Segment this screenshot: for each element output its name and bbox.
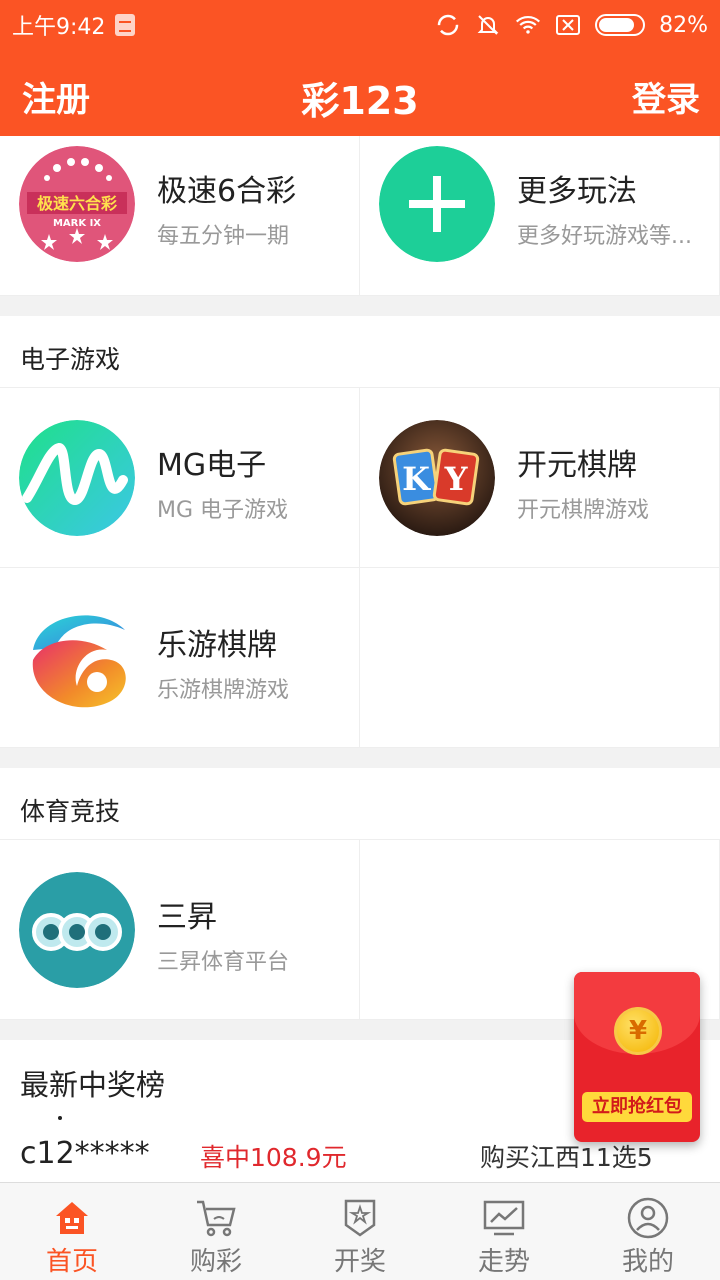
tab-mine[interactable]: 我的 [576, 1183, 720, 1280]
tab-label: 购彩 [189, 1247, 242, 1277]
svg-text:极速六合彩: 极速六合彩 [37, 194, 117, 213]
page-title: 彩123 [301, 79, 419, 123]
game-desc: 更多好玩游戏等... [517, 224, 692, 249]
lottery-grid: 极速六合彩 MARK IX 极速6合彩 每五分钟一期 更多玩法 更多好玩游戏等.… [0, 136, 720, 296]
game-name: MG电子 [157, 448, 267, 483]
status-icons: 82% [435, 12, 708, 38]
yuan-coin-icon: ¥ [614, 1007, 662, 1055]
game-name: 更多玩法 [517, 174, 637, 209]
trend-icon [480, 1195, 528, 1241]
login-button[interactable]: 登录 [632, 72, 700, 121]
game-name: 极速6合彩 [157, 174, 297, 209]
home-icon [48, 1195, 96, 1241]
profile-icon [624, 1195, 672, 1241]
section-title-electronic: 电子游戏 [0, 316, 720, 388]
tab-home[interactable]: 首页 [0, 1183, 144, 1280]
app-header: 注册 彩123 登录 [0, 50, 720, 136]
svg-text:MARK IX: MARK IX [53, 218, 101, 229]
status-time-group: 上午9:42 [12, 9, 136, 41]
tab-trend[interactable]: 走势 [432, 1183, 576, 1280]
battery-level [599, 18, 634, 32]
tab-buy[interactable]: 购彩 [144, 1183, 288, 1280]
cart-icon [192, 1195, 240, 1241]
winner-user: c12***** [20, 1136, 150, 1171]
battery-icon [595, 14, 646, 36]
winner-amount: 喜中108.9元 [200, 1143, 347, 1172]
mark-six-logo: 极速六合彩 MARK IX [19, 146, 135, 262]
game-card-ky[interactable]: K Y 开元棋牌 开元棋牌游戏 [360, 388, 720, 568]
game-card-more[interactable]: 更多玩法 更多好玩游戏等... [360, 136, 720, 296]
game-card-mg[interactable]: MG电子 MG 电子游戏 [0, 388, 360, 568]
winners-title: 最新中奖榜 [20, 1068, 166, 1102]
section-title-sports: 体育竞技 [0, 768, 720, 840]
notification-icon [115, 14, 136, 36]
tab-label: 我的 [621, 1247, 674, 1277]
tab-draw[interactable]: 开奖 [288, 1183, 432, 1280]
section-gap [0, 748, 720, 768]
sansheng-logo [19, 872, 135, 988]
empty-cell [360, 568, 720, 748]
award-icon [336, 1195, 384, 1241]
game-desc: MG 电子游戏 [157, 498, 289, 523]
mg-logo [19, 420, 135, 536]
status-time: 上午9:42 [12, 15, 106, 40]
section-gap [0, 296, 720, 316]
game-card-sansheng[interactable]: 三昇 三昇体育平台 [0, 840, 360, 1020]
game-name: 乐游棋牌 [157, 628, 277, 663]
tab-label: 开奖 [333, 1247, 386, 1277]
bottom-tab-bar: 首页 购彩 开奖 走势 我的 [0, 1182, 720, 1280]
electronic-grid: MG电子 MG 电子游戏 K Y 开元棋牌 开元棋牌游戏 乐游棋牌 乐游棋牌游戏 [0, 388, 720, 748]
game-name: 三昇 [157, 900, 217, 935]
ky-logo-y: Y [444, 460, 469, 498]
status-bar: 上午9:42 82% [0, 0, 720, 50]
battery-percent: 82% [659, 12, 708, 38]
game-card-leyou[interactable]: 乐游棋牌 乐游棋牌游戏 [0, 568, 360, 748]
plus-icon [379, 146, 495, 262]
game-card-mark-six[interactable]: 极速六合彩 MARK IX 极速6合彩 每五分钟一期 [0, 136, 360, 296]
red-packet-label: 立即抢红包 [582, 1092, 692, 1122]
leyou-logo [19, 600, 135, 716]
game-desc: 乐游棋牌游戏 [157, 678, 290, 703]
game-desc: 三昇体育平台 [157, 950, 290, 975]
scroll-dot [58, 1116, 62, 1120]
no-sim-icon [555, 12, 581, 38]
winner-lottery: 购买江西11选5 [480, 1143, 653, 1172]
game-desc: 开元棋牌游戏 [517, 498, 650, 523]
wifi-icon [515, 12, 541, 38]
red-packet-button[interactable]: ¥ 立即抢红包 [574, 972, 700, 1142]
game-desc: 每五分钟一期 [157, 224, 290, 249]
tab-label: 首页 [45, 1247, 98, 1277]
sync-icon [435, 12, 461, 38]
ky-logo: K Y [379, 420, 495, 536]
game-name: 开元棋牌 [517, 448, 637, 483]
tab-label: 走势 [477, 1247, 530, 1277]
ky-logo-k: K [402, 460, 431, 498]
mute-bell-icon [475, 12, 501, 38]
